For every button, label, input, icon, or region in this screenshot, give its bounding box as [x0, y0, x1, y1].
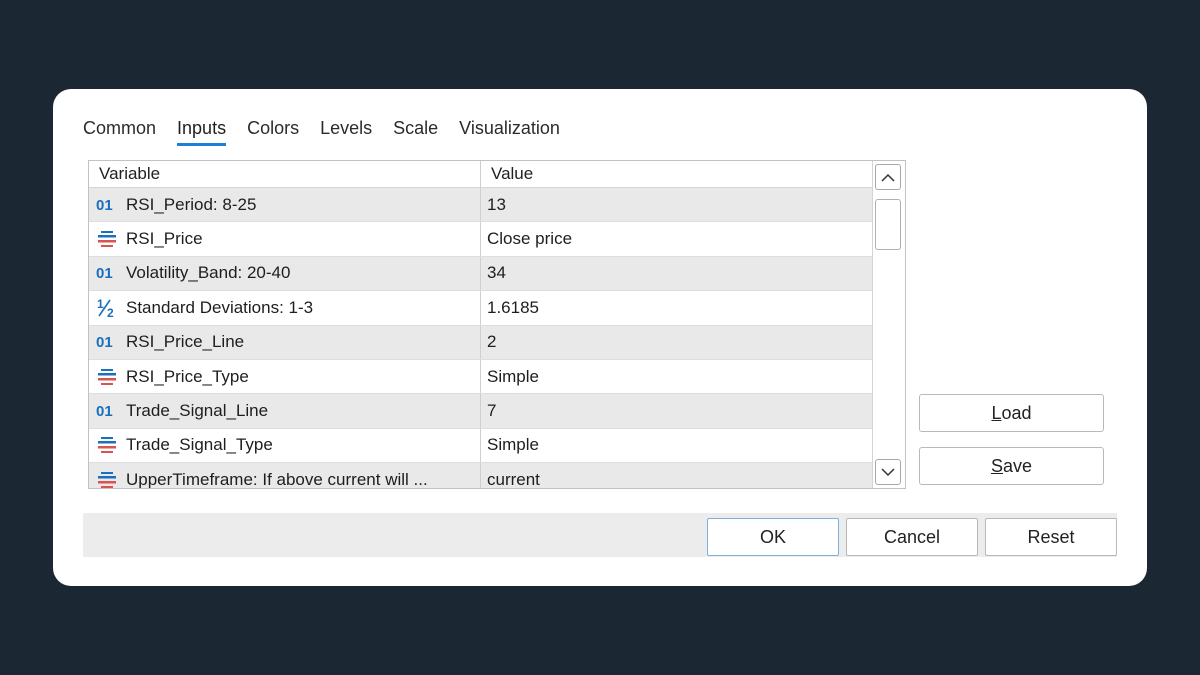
- reset-button[interactable]: Reset: [985, 518, 1117, 556]
- input-settings-dialog: Common Inputs Colors Levels Scale Visual…: [53, 89, 1147, 586]
- variable-cell: 01 Volatility_Band: 20-40: [89, 256, 481, 291]
- variable-name: UpperTimeframe: If above current will ..…: [126, 469, 428, 489]
- variable-cell: RSI_Price: [89, 222, 481, 256]
- chevron-up-icon: [881, 173, 895, 182]
- table-row[interactable]: 01 Volatility_Band: 20-40 34: [89, 256, 873, 292]
- grid-rows: 01 RSI_Period: 8-25 13 RSI_Price Close price…: [89, 188, 873, 489]
- svg-text:01: 01: [96, 334, 113, 350]
- scroll-thumb[interactable]: [875, 199, 901, 250]
- enum-icon: [96, 229, 118, 249]
- variable-name: RSI_Period: 8-25: [126, 194, 257, 214]
- column-header-variable[interactable]: Variable: [89, 161, 481, 187]
- table-row[interactable]: Trade_Signal_Type Simple: [89, 428, 873, 464]
- save-label: ave: [1002, 455, 1033, 476]
- variable-name: Volatility_Band: 20-40: [126, 263, 291, 283]
- table-row[interactable]: RSI_Price Close price: [89, 222, 873, 257]
- variable-cell: 01 RSI_Price_Line: [89, 325, 481, 359]
- save-mnemonic: S: [990, 455, 1003, 476]
- cancel-button[interactable]: Cancel: [846, 518, 978, 556]
- integer-icon: 01: [96, 195, 118, 215]
- dialog-footer: OK Cancel Reset: [83, 513, 1117, 557]
- table-row[interactable]: 01 RSI_Price_Line 2: [89, 325, 873, 360]
- variable-name: Trade_Signal_Line: [126, 401, 269, 421]
- variable-name: RSI_Price_Type: [126, 366, 249, 386]
- ok-button[interactable]: OK: [707, 518, 839, 556]
- scroll-down-button[interactable]: [875, 459, 901, 485]
- tab-levels[interactable]: Levels: [320, 117, 372, 143]
- svg-text:2: 2: [107, 306, 114, 318]
- variable-cell: RSI_Price_Type: [89, 359, 481, 394]
- enum-icon: [96, 367, 118, 387]
- value-cell[interactable]: current: [481, 463, 873, 488]
- value-cell[interactable]: 1.6185: [481, 291, 873, 324]
- svg-text:01: 01: [96, 265, 113, 281]
- value-cell[interactable]: Close price: [481, 222, 873, 255]
- value-cell[interactable]: 2: [481, 326, 873, 359]
- variable-cell: Trade_Signal_Type: [89, 428, 481, 463]
- table-row[interactable]: 01 Trade_Signal_Line 7: [89, 394, 873, 429]
- variable-cell: UpperTimeframe: If above current will ..…: [89, 463, 481, 489]
- load-button[interactable]: Load: [919, 394, 1104, 432]
- inputs-grid: Variable Value 01 RSI_Period: 8-25 13 RSI_P…: [88, 160, 906, 489]
- value-cell[interactable]: 13: [481, 188, 873, 221]
- variable-name: RSI_Price: [126, 229, 203, 249]
- variable-name: RSI_Price_Line: [126, 332, 245, 352]
- grid-header: Variable Value: [89, 161, 873, 188]
- chevron-down-icon: [881, 467, 895, 476]
- table-row[interactable]: UpperTimeframe: If above current will ..…: [89, 463, 873, 489]
- load-label: oad: [1001, 402, 1032, 423]
- variable-name: Trade_Signal_Type: [126, 435, 273, 455]
- enum-icon: [96, 435, 118, 455]
- table-row[interactable]: 1 2 Standard Deviations: 1-3 1.6185: [89, 291, 873, 326]
- variable-cell: 01 RSI_Period: 8-25: [89, 188, 481, 222]
- value-cell[interactable]: 34: [481, 257, 873, 290]
- tab-colors[interactable]: Colors: [247, 117, 299, 143]
- save-button[interactable]: Save: [919, 447, 1104, 485]
- variable-cell: 1 2 Standard Deviations: 1-3: [89, 291, 481, 325]
- integer-icon: 01: [96, 401, 118, 421]
- integer-icon: 01: [96, 332, 118, 352]
- scroll-up-button[interactable]: [875, 164, 901, 190]
- svg-text:01: 01: [96, 197, 113, 213]
- integer-icon: 01: [96, 263, 118, 283]
- variable-cell: 01 Trade_Signal_Line: [89, 394, 481, 428]
- svg-text:01: 01: [96, 403, 113, 419]
- tab-inputs[interactable]: Inputs: [177, 117, 227, 146]
- variable-name: Standard Deviations: 1-3: [126, 297, 314, 317]
- value-cell[interactable]: Simple: [481, 429, 873, 462]
- value-cell[interactable]: Simple: [481, 360, 873, 393]
- tab-bar: Common Inputs Colors Levels Scale Visual…: [83, 117, 581, 146]
- tab-common[interactable]: Common: [83, 117, 156, 143]
- double-icon: 12: [96, 298, 118, 318]
- column-header-value[interactable]: Value: [481, 161, 873, 187]
- value-cell[interactable]: 7: [481, 394, 873, 427]
- load-mnemonic: L: [991, 402, 1002, 423]
- enum-icon: [96, 470, 118, 488]
- vertical-scrollbar[interactable]: [872, 161, 905, 488]
- tab-visualization[interactable]: Visualization: [459, 117, 560, 143]
- tab-scale[interactable]: Scale: [393, 117, 438, 143]
- table-row[interactable]: RSI_Price_Type Simple: [89, 359, 873, 395]
- table-row[interactable]: 01 RSI_Period: 8-25 13: [89, 188, 873, 223]
